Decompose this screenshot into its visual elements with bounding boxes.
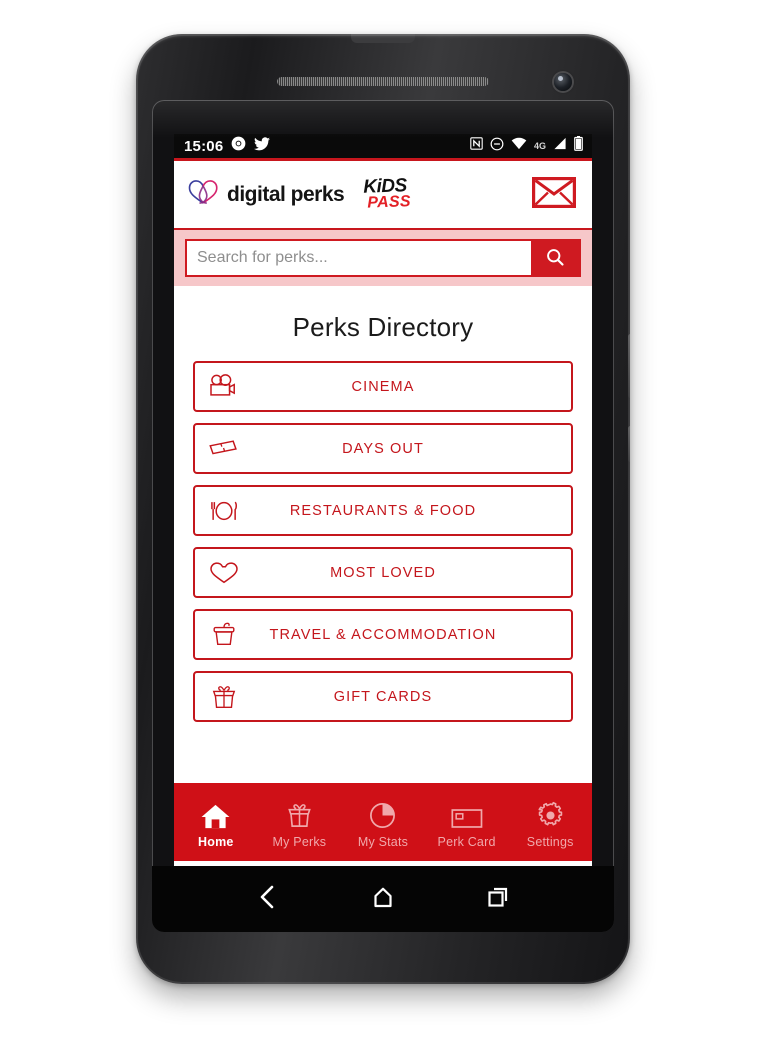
home-icon <box>200 800 231 830</box>
volume-button[interactable] <box>628 334 630 398</box>
category-label: TRAVEL & ACCOMMODATION <box>269 626 497 643</box>
do-not-disturb-icon <box>490 137 504 156</box>
nfc-icon <box>470 137 483 155</box>
tab-perk-card[interactable]: Perk Card <box>425 796 509 849</box>
home-outline-icon <box>371 885 395 914</box>
tab-label: Home <box>198 834 234 849</box>
category-label: GIFT CARDS <box>333 688 433 705</box>
tab-label: Perk Card <box>437 834 496 849</box>
kids-pass-logo: KiDS PASS <box>360 176 412 212</box>
search-input[interactable] <box>187 241 531 275</box>
category-button-gift-cards[interactable]: GIFT CARDS <box>193 671 573 722</box>
category-label: RESTAURANTS & FOOD <box>289 502 477 519</box>
gift-box-icon <box>207 682 241 712</box>
wifi-icon <box>511 137 527 155</box>
app-header: digital perks KiDS PASS <box>174 161 592 230</box>
phone-device: 15:06 4G digital perks KiDS PASS Search … <box>136 34 630 984</box>
twitter-icon <box>254 136 271 156</box>
film-camera-icon <box>207 372 241 402</box>
recents-squares-icon <box>486 885 510 914</box>
heart-icon <box>207 558 241 588</box>
search-row <box>185 239 581 277</box>
brand-lockup: digital perks <box>187 178 345 211</box>
card-icon <box>451 800 483 830</box>
search-button[interactable] <box>531 241 579 275</box>
chevron-left-icon <box>257 884 279 915</box>
perks-directory-content: Perks Directory CINEMA DAYS OUT RESTAURA… <box>174 286 592 783</box>
ticket-icon <box>207 434 241 464</box>
battery-icon <box>574 136 583 156</box>
envelope-icon[interactable] <box>532 176 576 213</box>
brand-name: digital perks <box>227 182 345 206</box>
gear-icon <box>536 800 565 830</box>
plate-cutlery-icon <box>207 496 241 526</box>
category-button-most-loved[interactable]: MOST LOVED <box>193 547 573 598</box>
category-button-cinema[interactable]: CINEMA <box>193 361 573 412</box>
pie-chart-icon <box>368 800 397 830</box>
status-bar-left: 15:06 <box>184 136 271 156</box>
chrome-icon <box>231 136 246 156</box>
category-button-days-out[interactable]: DAYS OUT <box>193 423 573 474</box>
screen-bezel: 15:06 4G digital perks KiDS PASS Search … <box>152 100 614 932</box>
bucket-icon <box>207 620 241 650</box>
earpiece-speaker <box>277 77 489 86</box>
nav-recents-button[interactable] <box>476 877 520 921</box>
status-bar-right: 4G <box>470 136 583 156</box>
phone-screen: 15:06 4G digital perks KiDS PASS Search … <box>174 134 592 898</box>
tab-my-perks[interactable]: My Perks <box>258 796 342 849</box>
tab-my-stats[interactable]: My Stats <box>341 796 425 849</box>
status-time: 15:06 <box>184 137 224 155</box>
category-list: CINEMA DAYS OUT RESTAURANTS & FOOD MOST … <box>174 361 592 722</box>
page-title: Perks Directory <box>292 312 474 342</box>
bottom-tab-bar: Home My Perks My Stats Perk Card Setting… <box>174 783 592 861</box>
front-camera <box>554 73 572 91</box>
screenshot-root: 15:06 4G digital perks KiDS PASS Search … <box>0 0 766 1042</box>
search-band <box>174 230 592 286</box>
nav-back-button[interactable] <box>246 877 290 921</box>
nav-home-button[interactable] <box>361 877 405 921</box>
kids-pass-line2: PASS <box>367 193 412 212</box>
category-label: CINEMA <box>351 378 415 395</box>
gift-icon <box>285 800 314 830</box>
tab-home[interactable]: Home <box>174 796 258 849</box>
network-type-label: 4G <box>533 141 546 151</box>
category-label: MOST LOVED <box>330 564 436 581</box>
search-icon <box>545 247 565 270</box>
power-button[interactable] <box>628 426 630 462</box>
category-button-restaurants-food[interactable]: RESTAURANTS & FOOD <box>193 485 573 536</box>
tab-label: My Perks <box>272 834 327 849</box>
digital-perks-heart-logo <box>187 178 220 211</box>
android-nav-bar <box>152 866 614 932</box>
tab-settings[interactable]: Settings <box>508 796 592 849</box>
phone-top-nub <box>351 34 415 43</box>
signal-icon <box>553 137 567 155</box>
android-status-bar: 15:06 4G <box>174 134 592 161</box>
category-button-travel-accommodation[interactable]: TRAVEL & ACCOMMODATION <box>193 609 573 660</box>
category-label: DAYS OUT <box>342 440 424 457</box>
tab-label: My Stats <box>357 834 409 849</box>
tab-label: Settings <box>526 834 574 849</box>
screen-glare <box>152 100 614 138</box>
